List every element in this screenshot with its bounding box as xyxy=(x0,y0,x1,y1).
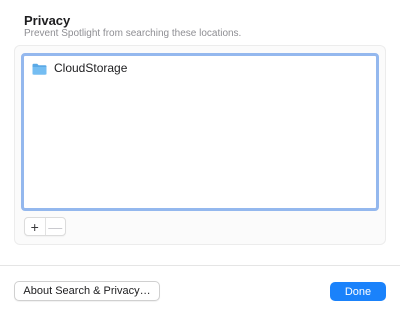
remove-location-button[interactable]: — xyxy=(46,218,66,235)
done-button[interactable]: Done xyxy=(330,282,386,301)
folder-icon xyxy=(32,62,47,75)
excluded-locations-list[interactable]: CloudStorage xyxy=(21,53,379,211)
list-item[interactable]: CloudStorage xyxy=(32,59,127,77)
add-location-button[interactable]: + xyxy=(25,218,46,235)
footer-divider xyxy=(0,265,400,266)
list-item-label: CloudStorage xyxy=(54,61,128,75)
add-remove-control: + — xyxy=(24,217,66,236)
about-search-privacy-button[interactable]: About Search & Privacy… xyxy=(14,281,160,301)
privacy-title: Privacy xyxy=(24,13,71,28)
privacy-subtitle: Prevent Spotlight from searching these l… xyxy=(24,28,242,39)
